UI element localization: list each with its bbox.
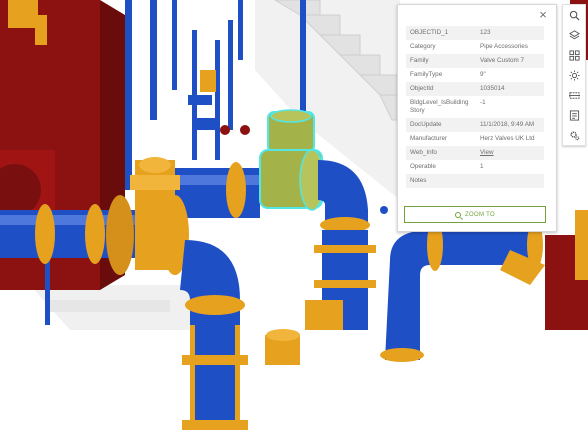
table-row: DocUpdate 11/1/2018, 9:49 AM <box>406 118 544 132</box>
attribute-key: Operable <box>410 163 436 170</box>
legend-icon <box>569 109 579 121</box>
table-row: Notes <box>406 174 544 188</box>
table-row: Manufacturer Herz Valves UK Ltd <box>406 132 544 146</box>
layers-icon <box>568 29 580 39</box>
attribute-key: Web_Info <box>406 146 476 160</box>
daylight-button[interactable] <box>563 65 585 85</box>
attribute-value: Herz Valves UK Ltd <box>480 135 535 142</box>
zoom-in-icon <box>455 211 462 218</box>
legend-button[interactable] <box>563 105 585 125</box>
table-row: FamilyType 9" <box>406 68 544 82</box>
attribute-table: OBJECTID_1 123 Category Pipe Accessories F… <box>406 26 544 188</box>
attribute-value: Valve Custom 7 <box>476 54 544 68</box>
table-row: OBJECTID_1 123 <box>406 26 544 40</box>
search-button[interactable] <box>563 5 585 25</box>
slice-icon <box>568 91 580 99</box>
table-row: ObjectId 1035014 <box>406 82 544 96</box>
attribute-key: OBJECTID_1 <box>406 26 476 40</box>
attribute-key: Notes <box>406 174 476 188</box>
attribute-value <box>476 174 544 188</box>
table-row: Family Valve Custom 7 <box>406 54 544 68</box>
basemap-gallery-icon <box>568 49 580 61</box>
table-row: Operable 1 <box>406 160 544 174</box>
zoom-to-button[interactable]: ZOOM TO <box>404 206 546 223</box>
attribute-key: Category <box>410 43 436 50</box>
check-valve-small <box>265 329 300 365</box>
selected-valve[interactable] <box>259 109 325 211</box>
popup-close-button[interactable]: × <box>536 8 550 22</box>
plinth <box>50 300 170 312</box>
attribute-value: 123 <box>476 26 544 40</box>
attribute-key: DocUpdate <box>406 118 476 132</box>
web-info-link[interactable]: View <box>480 149 494 156</box>
table-row: BldgLevel_IsBuildingStory -1 <box>406 96 544 118</box>
attribute-key: ObjectId <box>406 82 476 96</box>
attribute-value: 1035014 <box>476 82 544 96</box>
layers-button[interactable] <box>563 25 585 45</box>
attribute-key: Manufacturer <box>410 135 448 142</box>
attribute-value: 11/1/2018, 9:49 AM <box>476 118 544 132</box>
table-row: Web_Info View <box>406 146 544 160</box>
attribute-value: View <box>476 146 544 160</box>
attribute-value: 1 <box>480 163 484 170</box>
feature-popup: × OBJECTID_1 123 Category Pipe Accessories… <box>397 4 557 232</box>
attribute-key: Family <box>406 54 476 68</box>
attribute-value: 9" <box>480 71 486 78</box>
settings-button[interactable] <box>563 125 585 145</box>
settings-icon <box>569 130 579 140</box>
widget-toolbar <box>562 4 586 146</box>
basemap-gallery-button[interactable] <box>563 45 585 65</box>
daylight-icon <box>568 69 580 81</box>
attribute-value: -1 <box>480 99 486 106</box>
attribute-key: FamilyType <box>410 71 443 78</box>
zoom-to-label: ZOOM TO <box>465 211 495 218</box>
attribute-key: BldgLevel_IsBuildingStory <box>410 99 469 114</box>
table-row: Category Pipe Accessories <box>406 40 544 54</box>
slice-button[interactable] <box>563 85 585 105</box>
attribute-value: Pipe Accessories <box>480 43 528 50</box>
search-icon <box>569 10 580 21</box>
